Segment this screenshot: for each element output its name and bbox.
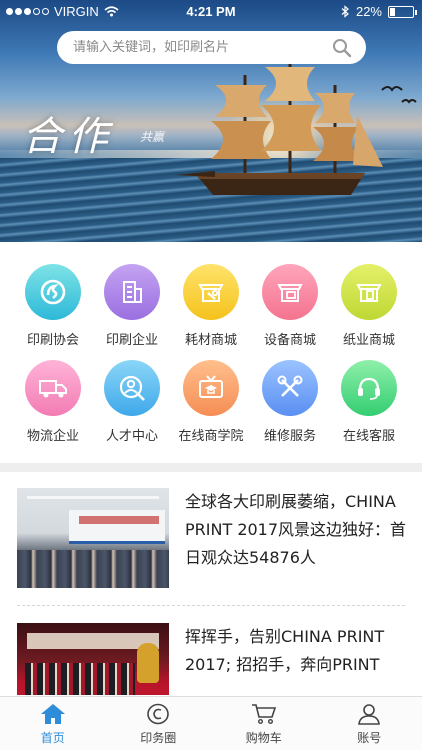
menu-item-logistics[interactable]: 物流企业: [13, 360, 93, 450]
association-icon: [25, 264, 81, 320]
news-title: 挥挥手，告别CHINA PRINT 2017; 招招手，奔向PRINT: [185, 627, 385, 674]
tab-label: 首页: [40, 731, 65, 745]
category-grid: 印刷协会 印刷企业 耗材商城 设备商城 纸业商城 物流企业 人才中心 在线商学院…: [0, 256, 422, 456]
status-bar: VIRGIN 4:21 PM 22%: [0, 0, 422, 24]
truck-icon: [25, 360, 81, 416]
menu-item-label: 纸业商城: [342, 333, 395, 348]
tools-icon: [262, 360, 318, 416]
cart-icon: [251, 704, 276, 725]
menu-item-label: 印刷企业: [105, 333, 158, 348]
tab-label: 账号: [357, 731, 382, 745]
news-item[interactable]: 全球各大印刷展萎缩，CHINA PRINT 2017风景这边独好：首日观众达54…: [17, 488, 407, 592]
battery-percent: 22%: [355, 4, 382, 19]
banner-title: 合作: [22, 114, 114, 160]
status-right: 22%: [341, 4, 417, 19]
shop-wrench-icon: [183, 264, 239, 320]
news-item[interactable]: 挥挥手，告别CHINA PRINT 2017; 招招手，奔向PRINT: [17, 623, 407, 695]
tab-bar: 首页 印务圈 购物车 账号: [0, 696, 422, 750]
menu-item-label: 在线客服: [342, 429, 395, 444]
tab-account[interactable]: 账号: [317, 697, 422, 750]
section-divider: [0, 463, 422, 472]
menu-item-label: 印刷协会: [26, 333, 79, 348]
menu-item-consumables-mall[interactable]: 耗材商城: [171, 264, 251, 354]
home-icon: [40, 704, 65, 724]
menu-item-repair-service[interactable]: 维修服务: [250, 360, 330, 450]
menu-item-label: 耗材商城: [184, 333, 237, 348]
tab-print-circle[interactable]: 印务圈: [106, 697, 212, 750]
tab-cart[interactable]: 购物车: [211, 697, 317, 750]
menu-item-label: 维修服务: [263, 429, 316, 444]
tv-graduation-icon: [183, 360, 239, 416]
news-separator: [17, 605, 405, 606]
headset-icon: [341, 360, 397, 416]
ship-illustration: [175, 60, 383, 195]
menu-item-online-business-school[interactable]: 在线商学院: [171, 360, 251, 450]
news-thumbnail: [17, 488, 169, 588]
building-icon: [104, 264, 160, 320]
battery-icon: [388, 5, 417, 18]
menu-item-online-customer-service[interactable]: 在线客服: [329, 360, 409, 450]
bluetooth-icon: [341, 5, 349, 18]
search-bar[interactable]: [57, 31, 366, 64]
news-thumbnail: [17, 623, 169, 695]
banner-subtitle: 共赢: [140, 130, 165, 144]
menu-item-label: 人才中心: [105, 429, 158, 444]
menu-item-printing-enterprise[interactable]: 印刷企业: [92, 264, 172, 354]
tab-label: 印务圈: [140, 731, 177, 745]
menu-item-printing-association[interactable]: 印刷协会: [13, 264, 93, 354]
menu-item-label: 设备商城: [263, 333, 316, 348]
news-title: 全球各大印刷展萎缩，CHINA PRINT 2017风景这边独好：首日观众达54…: [185, 492, 407, 567]
person-search-icon: [104, 360, 160, 416]
menu-item-label: 物流企业: [26, 429, 79, 444]
birds-illustration: [381, 86, 417, 104]
menu-item-paper-mall[interactable]: 纸业商城: [329, 264, 409, 354]
search-icon[interactable]: [332, 38, 352, 58]
menu-item-label: 在线商学院: [178, 429, 244, 444]
tab-label: 购物车: [245, 731, 282, 745]
menu-item-equipment-mall[interactable]: 设备商城: [250, 264, 330, 354]
tab-home[interactable]: 首页: [0, 697, 106, 750]
shop-paper-icon: [341, 264, 397, 320]
user-icon: [358, 704, 381, 725]
banner[interactable]: 合作 共赢 VIRGIN 4:21 PM 22%: [0, 0, 422, 242]
shop-equipment-icon: [262, 264, 318, 320]
search-input[interactable]: [73, 40, 323, 55]
menu-item-talent-center[interactable]: 人才中心: [92, 360, 172, 450]
circle-icon: [147, 703, 170, 725]
